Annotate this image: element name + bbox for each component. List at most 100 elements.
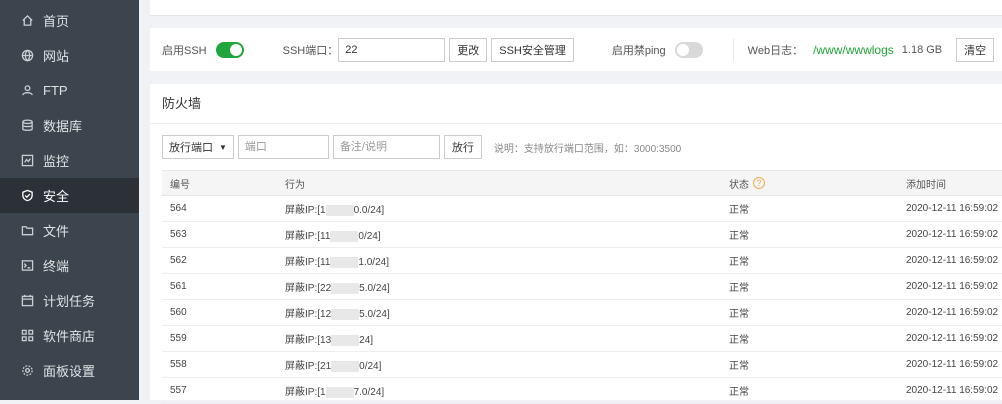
sidebar-item-label: FTP <box>43 83 68 98</box>
help-icon[interactable]: ? <box>753 177 765 189</box>
ssh-toggle[interactable] <box>215 41 244 58</box>
weblog-path: /www/wwwlogs <box>813 42 894 57</box>
redacted-block <box>331 282 360 294</box>
firewall-title: 防火墙 <box>150 84 1002 124</box>
sidebar-item-10[interactable]: 面板设置 <box>0 353 139 388</box>
sidebar-item-0[interactable]: 首页 <box>0 2 139 38</box>
redacted-block <box>325 204 354 216</box>
redacted-block <box>331 334 360 346</box>
sidebar-item-4[interactable]: 监控 <box>0 143 139 178</box>
note-input[interactable] <box>332 135 440 159</box>
table-row: 561 屏蔽IP:[22 5.0/24] 正常 2020-12-11 16:59:02 <box>162 274 1002 300</box>
row-time: 2020-12-11 16:59:02 <box>906 281 999 292</box>
sidebar-item-7[interactable]: 终端 <box>0 248 139 283</box>
row-status: 正常 <box>729 283 749 294</box>
rule-type-value: 放行端口 <box>169 142 213 154</box>
home-icon <box>20 13 34 27</box>
action-suffix: 24] <box>359 335 374 346</box>
ssh-settings-bar: 启用SSH SSH端口： 更改 SSH安全管理 启用禁ping Web日志： /… <box>150 28 1002 71</box>
allow-button[interactable]: 放行 <box>443 135 482 159</box>
ssh-security-button[interactable]: SSH安全管理 <box>491 37 574 62</box>
calendar-icon <box>20 294 34 308</box>
redacted-block <box>330 230 359 242</box>
gear-icon <box>20 364 34 378</box>
sidebar-item-label: 首页 <box>43 13 70 29</box>
table-row: 560 屏蔽IP:[12 5.0/24] 正常 2020-12-11 16:59:02 <box>162 300 1002 326</box>
sidebar-item-label: 计划任务 <box>43 294 96 309</box>
action-prefix: 屏蔽IP:[12 <box>285 309 332 320</box>
action-prefix: 屏蔽IP:[22 <box>285 283 332 294</box>
sidebar-item-6[interactable]: 文件 <box>0 213 139 248</box>
row-time: 2020-12-11 16:59:02 <box>906 385 999 396</box>
sidebar-item-9[interactable]: 软件商店 <box>0 318 139 353</box>
row-action: 屏蔽IP:[12 5.0/24] <box>285 305 729 320</box>
sidebar-item-label: 安全 <box>43 189 70 204</box>
row-action: 屏蔽IP:[22 5.0/24] <box>285 279 729 294</box>
clear-log-button[interactable]: 清空 <box>956 37 995 62</box>
action-suffix: 5.0/24] <box>359 309 390 320</box>
folder-icon <box>20 224 34 238</box>
ping-toggle[interactable] <box>674 41 703 58</box>
table-row: 557 屏蔽IP:[1 7.0/24] 正常 2020-12-11 16:59:02 <box>162 378 1002 404</box>
row-action: 屏蔽IP:[11 0/24] <box>285 227 729 242</box>
row-time: 2020-12-11 16:59:02 <box>906 255 999 266</box>
col-status-label: 状态 <box>729 179 749 191</box>
col-time: 添加时间 <box>906 179 946 191</box>
sidebar-item-5[interactable]: 安全 <box>0 178 139 213</box>
table-row: 562 屏蔽IP:[11 1.0/24] 正常 2020-12-11 16:59:02 <box>162 248 1002 274</box>
redacted-block <box>325 386 354 398</box>
sidebar-item-label: 网站 <box>43 49 70 64</box>
apps-icon <box>20 329 34 343</box>
ssh-port-input[interactable] <box>338 37 446 62</box>
sidebar-item-label: 软件商店 <box>43 329 96 344</box>
row-time: 2020-12-11 16:59:02 <box>906 359 999 370</box>
col-id: 编号 <box>170 179 190 191</box>
row-id: 564 <box>170 203 187 214</box>
sidebar-item-label: 监控 <box>43 154 70 169</box>
row-status: 正常 <box>729 335 749 346</box>
sidebar-item-3[interactable]: 数据库 <box>0 108 139 143</box>
firewall-card: 防火墙 放行端口 ▼ 放行 说明：支持放行端口范围，如：3000:3500 编号… <box>150 84 1002 404</box>
row-status: 正常 <box>729 257 749 268</box>
action-suffix: 0/24] <box>359 361 382 372</box>
top-card <box>150 0 1002 16</box>
caret-down-icon: ▼ <box>219 142 227 152</box>
row-action: 屏蔽IP:[11 1.0/24] <box>285 253 729 268</box>
sidebar-item-1[interactable]: 网站 <box>0 38 139 73</box>
port-input[interactable] <box>237 135 329 159</box>
monitor-icon <box>20 154 34 168</box>
action-prefix: 屏蔽IP:[1 <box>285 205 326 216</box>
row-id: 559 <box>170 333 187 344</box>
shield-icon <box>20 189 34 203</box>
sidebar: 首页网站 FTP 数据库监控安全文件终端计划任务软件商店面板设置 <box>0 0 139 400</box>
hint-text: 说明：支持放行端口范围，如：3000:3500 <box>493 143 682 155</box>
row-status: 正常 <box>729 361 749 372</box>
user-icon <box>20 84 34 98</box>
col-action: 行为 <box>285 179 305 191</box>
weblog-label: Web日志： <box>747 44 804 57</box>
redacted-block <box>331 308 360 320</box>
rule-type-select[interactable]: 放行端口 ▼ <box>162 135 234 159</box>
row-action: 屏蔽IP:[13 24] <box>285 331 729 346</box>
action-prefix: 屏蔽IP:[13 <box>285 335 332 346</box>
divider <box>732 38 734 61</box>
action-suffix: 5.0/24] <box>359 283 390 294</box>
action-prefix: 屏蔽IP:[21 <box>285 361 332 372</box>
redacted-block <box>330 256 359 268</box>
row-id: 557 <box>170 385 187 396</box>
row-time: 2020-12-11 16:59:02 <box>906 333 999 344</box>
table-header: 编号 行为 状态 ? 添加时间 <box>162 170 1002 196</box>
row-status: 正常 <box>729 205 749 216</box>
row-action: 屏蔽IP:[1 0.0/24] <box>285 201 729 216</box>
row-status: 正常 <box>729 309 749 320</box>
redacted-block <box>331 360 360 372</box>
sidebar-item-8[interactable]: 计划任务 <box>0 283 139 318</box>
table-row: 559 屏蔽IP:[13 24] 正常 2020-12-11 16:59:02 <box>162 326 1002 352</box>
firewall-toolbar: 放行端口 ▼ 放行 说明：支持放行端口范围，如：3000:3500 <box>162 135 681 159</box>
row-id: 560 <box>170 307 187 318</box>
sidebar-item-label: 终端 <box>43 259 70 274</box>
sidebar-item-2[interactable]: FTP <box>0 73 139 108</box>
row-id: 562 <box>170 255 187 266</box>
change-port-button[interactable]: 更改 <box>449 37 488 62</box>
ssh-port-label: SSH端口： <box>282 44 339 57</box>
